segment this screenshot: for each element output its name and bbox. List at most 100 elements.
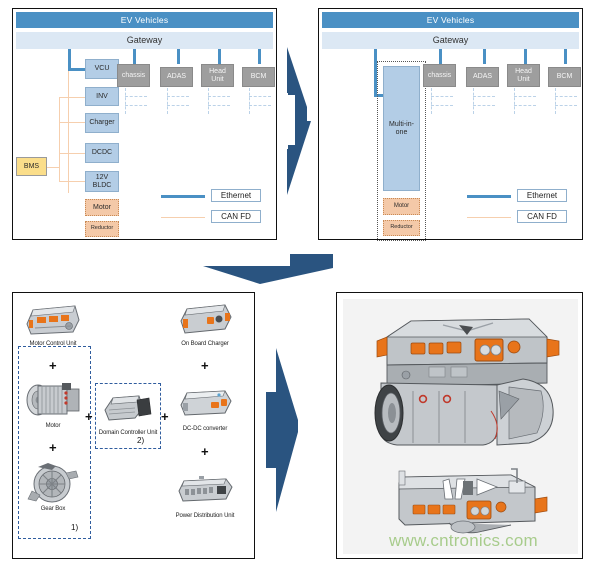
ecu-label: Reductor (390, 224, 413, 231)
ecu-label: chassis (427, 71, 452, 79)
integrated-edrive-assembly-perspective (374, 318, 560, 446)
architecture-panel-before: EV Vehicles Gateway VCU INV Charger DCDC… (12, 8, 277, 240)
ecu-box-charger[interactable]: Charger (85, 113, 119, 133)
legend-label-canfd-left: CAN FD (211, 210, 261, 223)
component-power-distribution-unit[interactable]: Power Distribution Unit (170, 468, 240, 519)
plus-sign-6: + (201, 444, 209, 459)
ecu-label: VCU (94, 65, 110, 73)
can-branch-charger (59, 122, 85, 123)
ecu-box-bcm[interactable]: BCM (242, 67, 275, 87)
annotation-label: 2) (137, 436, 145, 445)
ecu-box-bcm-right[interactable]: BCM (548, 67, 581, 87)
ecu-label: 12V BLDC (92, 174, 112, 189)
can-bus-trunk (68, 71, 69, 193)
ecu-label: BCM (556, 73, 573, 81)
ecu-box-chassis-right[interactable]: chassis (423, 64, 456, 87)
ecu-box-dcdc[interactable]: DCDC (85, 143, 119, 163)
architecture-panel-after: EV Vehicles Gateway Multi-in-one Motor R… (318, 8, 583, 241)
gateway-bar-right: Gateway (322, 32, 579, 49)
eth-drop-headunit (218, 49, 221, 64)
plus-sign-1: + (49, 358, 57, 373)
ecu-box-chassis[interactable]: chassis (117, 64, 150, 87)
ecu-label: BCM (250, 73, 267, 81)
arrow-right-top (287, 47, 311, 195)
ecu-label: ADAS (166, 73, 187, 81)
annotation-label: 1) (71, 523, 79, 532)
can-branch-bms (47, 167, 59, 168)
ecu-box-adas[interactable]: ADAS (160, 67, 193, 87)
architecture-diagram-after: EV Vehicles Gateway Multi-in-one Motor R… (319, 9, 582, 241)
component-label: Power Distribution Unit (175, 513, 235, 519)
ecu-box-multi-in-one[interactable]: Multi-in-one (383, 66, 420, 191)
legend-line-ethernet-right (467, 195, 511, 198)
ecu-box-reductor[interactable]: Reductor (85, 221, 119, 237)
ecu-label: INV (96, 92, 108, 100)
ecu-box-motor[interactable]: Motor (85, 199, 119, 216)
ecu-label: DCDC (91, 149, 113, 157)
plus-sign-5: + (201, 358, 209, 373)
ecu-box-vcu[interactable]: VCU (85, 59, 119, 79)
arrow-down-middle (203, 254, 333, 284)
can-branch-inv (59, 97, 85, 98)
subtree-chassis (125, 88, 151, 114)
legend-text: CAN FD (221, 212, 251, 221)
can-branch-bldc (59, 181, 85, 182)
component-on-board-charger[interactable]: On Board Charger (170, 296, 240, 347)
ecu-box-head-unit-right[interactable]: Head Unit (507, 64, 540, 87)
legend-label-ethernet-right: Ethernet (517, 189, 567, 202)
ecu-label: Multi-in-one (389, 121, 414, 136)
power-distribution-unit-photo (170, 468, 240, 512)
arrow-right-bottom (266, 348, 298, 512)
legend-line-canfd-left (161, 217, 205, 218)
component-label: DC-DC converter (182, 426, 228, 432)
on-board-charger-photo (170, 296, 240, 340)
components-panel: Motor Control Unit + Motor + Gear Box 1)… (12, 292, 255, 559)
ecu-box-bms[interactable]: BMS (16, 157, 47, 176)
watermark-text: www.cntronics.com (389, 531, 538, 550)
ecu-label: Head Unit (515, 68, 532, 83)
gear-box-photo (18, 461, 88, 505)
legend-text: CAN FD (527, 212, 557, 221)
component-motor-control-unit[interactable]: Motor Control Unit (18, 296, 88, 347)
component-label: Gear Box (40, 506, 66, 512)
gateway-bar-left: Gateway (16, 32, 273, 49)
ecu-box-motor-right[interactable]: Motor (383, 198, 420, 215)
dc-dc-converter-photo (170, 381, 240, 425)
plus-sign-3: + (85, 409, 93, 424)
legend-text: Ethernet (526, 191, 558, 200)
ecu-box-12v-bldc[interactable]: 12V BLDC (85, 171, 119, 192)
legend-line-ethernet-left (161, 195, 205, 198)
component-dc-dc-converter[interactable]: DC-DC converter (170, 381, 240, 432)
ecu-label: ADAS (472, 73, 493, 81)
subtree-bcm (249, 88, 275, 114)
figure-root: EV Vehicles Gateway VCU INV Charger DCDC… (0, 0, 595, 569)
eth-drop-bcm (258, 49, 261, 64)
component-domain-controller-unit[interactable]: Domain Controller Unit (94, 385, 162, 436)
ecu-box-reductor-right[interactable]: Reductor (383, 220, 420, 236)
subtree-chassis-right (431, 88, 457, 114)
result-panel: www.cntronics.com (336, 292, 583, 559)
ecu-box-adas-right[interactable]: ADAS (466, 67, 499, 87)
subtree-head-unit-right (514, 88, 540, 114)
can-branch-dcdc (59, 153, 85, 154)
subtree-adas-right (473, 88, 499, 114)
ecu-box-inv[interactable]: INV (85, 87, 119, 106)
subtree-adas (167, 88, 193, 114)
ecu-box-head-unit[interactable]: Head Unit (201, 64, 234, 87)
legend-label-ethernet-left: Ethernet (211, 189, 261, 202)
plus-sign-4: + (161, 409, 169, 424)
legend-line-canfd-right (467, 217, 511, 218)
can-bms-riser (59, 97, 60, 181)
eth-drop-bcm-r (564, 49, 567, 64)
legend-text: Ethernet (220, 191, 252, 200)
annotation-2: 2) (137, 436, 144, 445)
ev-vehicles-title-right: EV Vehicles (322, 12, 579, 28)
component-motor[interactable]: Motor (18, 378, 88, 429)
domain-controller-unit-photo (94, 385, 162, 429)
subtree-bcm-right (555, 88, 581, 114)
ecu-label: Motor (93, 203, 111, 211)
component-label: Motor (45, 423, 61, 429)
component-gear-box[interactable]: Gear Box (18, 461, 88, 512)
eth-drop-adas (177, 49, 180, 64)
ecu-label: Motor (393, 203, 410, 210)
